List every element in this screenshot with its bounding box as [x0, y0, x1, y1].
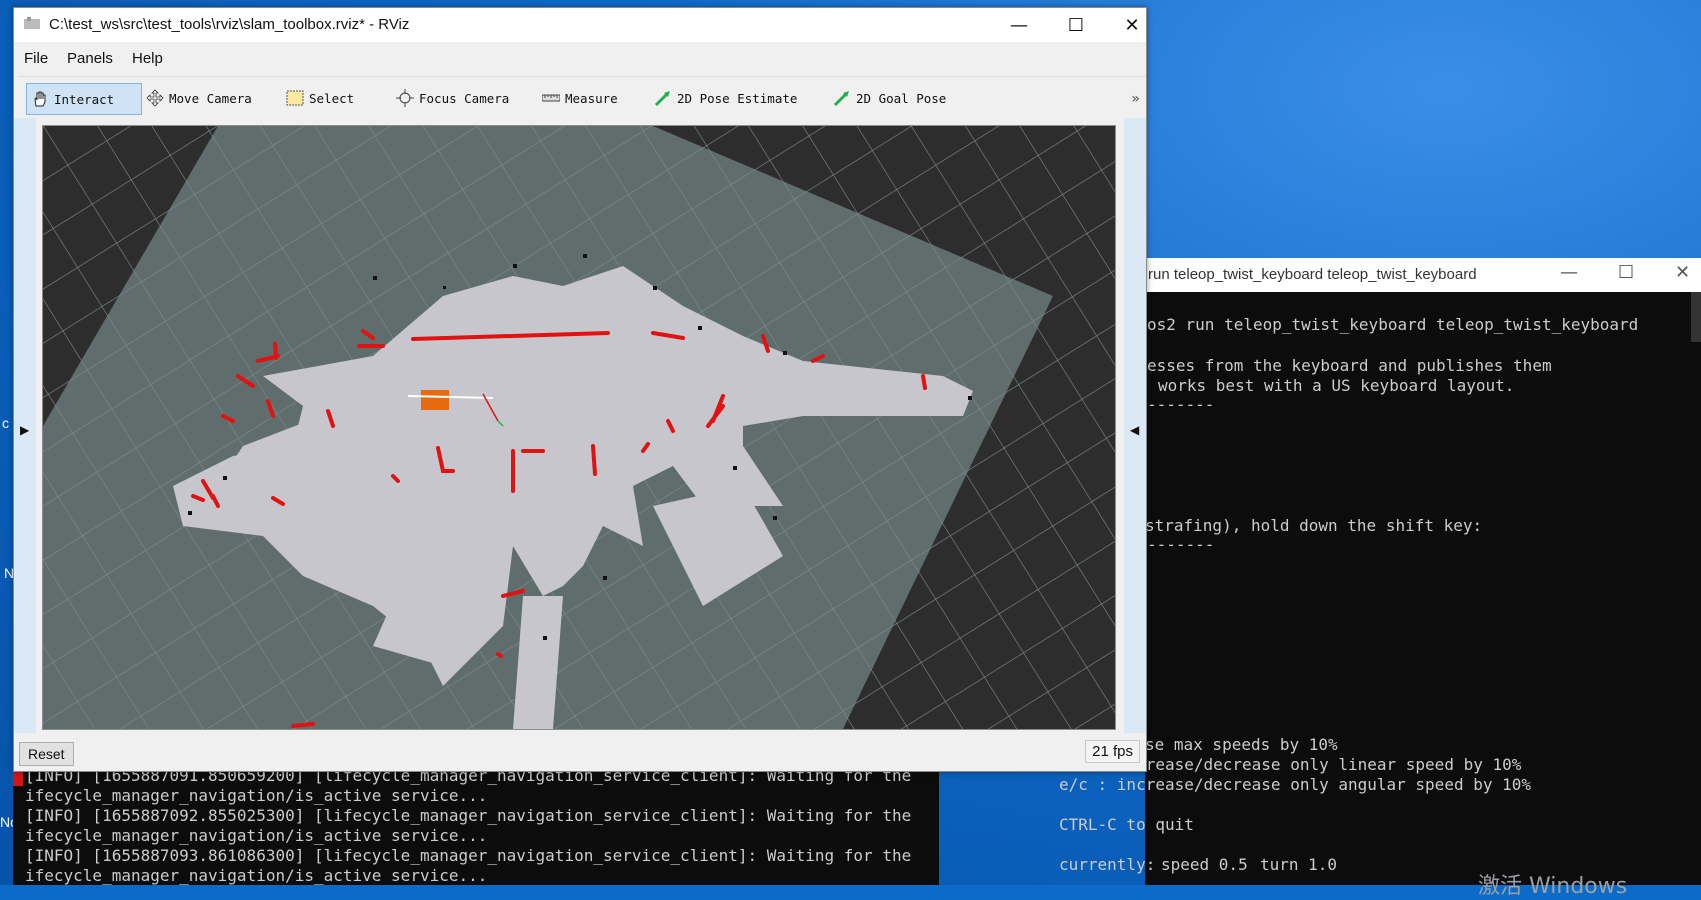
tool-select[interactable]: Select — [286, 83, 354, 113]
focus-camera-icon — [396, 89, 414, 107]
menu-file[interactable]: File — [24, 50, 48, 67]
log-console-window[interactable]: [INFO] [1655887091.850659200] [lifecycle… — [13, 766, 939, 885]
minimize-icon[interactable]: — — [1560, 262, 1578, 283]
log-line: ifecycle_manager_navigation/is_active se… — [25, 866, 488, 885]
green-arrow-icon — [833, 91, 849, 107]
tool-label: Select — [309, 90, 355, 106]
window-title: C:\test_ws\src\test_tools\rviz\slam_tool… — [49, 16, 410, 33]
teleop-title: run teleop_twist_keyboard teleop_twist_k… — [1148, 266, 1477, 283]
expand-right-icon[interactable]: ◀ — [1130, 423, 1139, 437]
move-camera-icon — [146, 89, 164, 107]
console-speed: speed 0.5 — [1161, 855, 1248, 874]
close-icon[interactable]: ✕ — [1104, 8, 1160, 42]
tool-interact[interactable]: Interact — [26, 83, 142, 115]
close-icon[interactable]: ✕ — [1675, 262, 1690, 283]
tool-focus-camera[interactable]: Focus Camera — [396, 83, 509, 113]
expand-left-icon[interactable]: ▶ — [20, 423, 29, 437]
rviz-app-icon — [24, 17, 40, 29]
tool-label: Measure — [565, 90, 618, 106]
console-scrollbar[interactable] — [1691, 292, 1701, 342]
console-line: CTRL-C to quit — [1059, 815, 1194, 834]
tool-bar: Interact Move Camera Select Focus Camera… — [18, 76, 1146, 115]
select-icon — [286, 90, 304, 106]
map-view[interactable] — [43, 126, 1115, 729]
tool-measure[interactable]: Measure — [542, 83, 618, 113]
log-line: [INFO] [1655887092.855025300] [lifecycle… — [25, 806, 912, 825]
maximize-icon[interactable]: ☐ — [1618, 262, 1634, 283]
log-line: [INFO] [1655887093.861086300] [lifecycle… — [25, 846, 912, 865]
hand-icon — [34, 91, 46, 107]
toolbar-overflow-icon[interactable]: » — [1131, 91, 1140, 107]
log-line: ifecycle_manager_navigation/is_active se… — [25, 786, 488, 805]
status-bar: Reset 21 fps — [14, 735, 1146, 771]
rviz-window[interactable]: C:\test_ws\src\test_tools\rviz\slam_tool… — [13, 7, 1147, 772]
console-line: se max speeds by 10% — [1145, 735, 1338, 754]
render-viewport[interactable] — [42, 125, 1116, 730]
console-line: currently: — [1059, 855, 1156, 874]
tool-label: 2D Pose Estimate — [677, 90, 798, 106]
console-line: ------- — [1147, 395, 1215, 414]
minimize-icon[interactable]: — — [991, 8, 1047, 42]
maximize-icon[interactable]: ☐ — [1048, 8, 1104, 42]
console-turn: turn 1.0 — [1260, 855, 1338, 874]
console-line: strafing), hold down the shift key: — [1145, 516, 1483, 535]
activation-watermark: 激活 Windows — [1478, 874, 1628, 899]
tool-label: 2D Goal Pose — [856, 90, 947, 106]
console-line: ------- — [1147, 535, 1215, 554]
edge-fragment: c — [2, 415, 9, 431]
teleop-console-window[interactable]: run teleop_twist_keyboard teleop_twist_k… — [1059, 258, 1701, 885]
tool-2d-goal-pose[interactable]: 2D Goal Pose — [833, 83, 946, 113]
reset-button[interactable]: Reset — [19, 742, 74, 766]
tool-label: Interact — [54, 91, 115, 107]
tool-label: Focus Camera — [419, 90, 510, 106]
console-line: esses from the keyboard and publishes th… — [1147, 356, 1552, 375]
teleop-titlebar[interactable]: run teleop_twist_keyboard teleop_twist_k… — [1145, 258, 1701, 292]
tool-move-camera[interactable]: Move Camera — [146, 83, 252, 113]
tool-2d-pose-estimate[interactable]: 2D Pose Estimate — [654, 83, 797, 113]
fps-counter: 21 fps — [1085, 740, 1140, 763]
console-line: works best with a US keyboard layout. — [1158, 376, 1515, 395]
console-line: e/c : increase/decrease only angular spe… — [1059, 775, 1532, 794]
menu-help[interactable]: Help — [132, 50, 163, 67]
ruler-icon — [542, 94, 560, 102]
left-panel-collapsed[interactable]: ▶ — [14, 118, 36, 733]
right-panel-collapsed[interactable]: ◀ — [1124, 118, 1146, 733]
console-line: os2 run teleop_twist_keyboard teleop_twi… — [1147, 315, 1639, 334]
rviz-titlebar[interactable]: C:\test_ws\src\test_tools\rviz\slam_tool… — [14, 8, 1146, 42]
log-line: ifecycle_manager_navigation/is_active se… — [25, 826, 488, 845]
menu-bar: File Panels Help — [14, 44, 1146, 70]
green-arrow-icon — [654, 91, 670, 107]
menu-panels[interactable]: Panels — [67, 50, 113, 67]
tool-label: Move Camera — [169, 90, 252, 106]
